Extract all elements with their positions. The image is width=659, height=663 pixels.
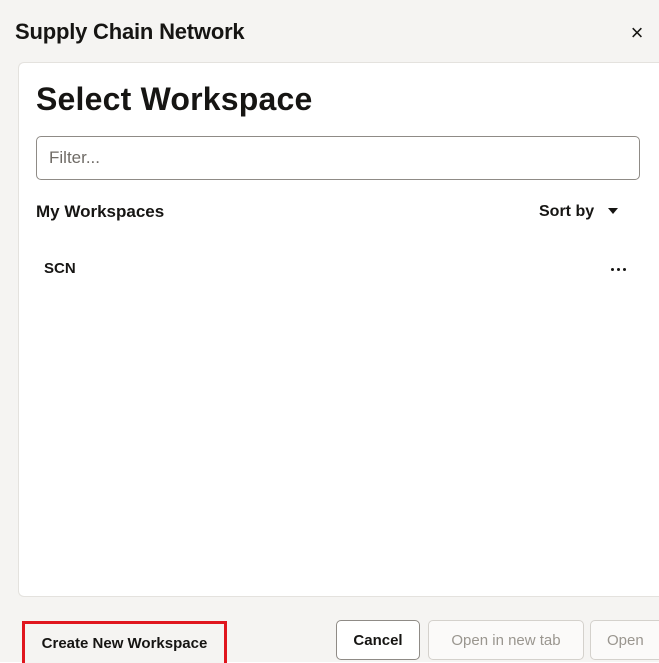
caret-down-icon — [608, 207, 619, 214]
workspace-list-item[interactable]: SCN — [19, 248, 659, 290]
close-icon: × — [630, 20, 644, 45]
dialog-title: Supply Chain Network — [15, 19, 245, 44]
more-actions-icon[interactable] — [603, 254, 633, 284]
create-new-workspace-button[interactable]: Create New Workspace — [22, 621, 227, 663]
sort-by-label: Sort by — [539, 203, 595, 220]
sort-by-dropdown[interactable]: Sort by — [539, 200, 619, 224]
dialog-header: Supply Chain Network × — [0, 0, 659, 62]
workspace-name: SCN — [44, 260, 76, 277]
my-workspaces-heading: My Workspaces — [36, 202, 165, 221]
filter-input[interactable] — [36, 136, 640, 180]
workspace-panel: Select Workspace My Workspaces Sort by S… — [18, 62, 659, 597]
open-in-new-tab-button[interactable]: Open in new tab — [428, 620, 584, 660]
select-workspace-dialog: Supply Chain Network × Select Workspace … — [0, 0, 659, 663]
cancel-button[interactable]: Cancel — [336, 620, 420, 660]
page-title: Select Workspace — [36, 81, 313, 117]
open-button[interactable]: Open — [590, 620, 659, 660]
close-button[interactable]: × — [622, 18, 652, 48]
